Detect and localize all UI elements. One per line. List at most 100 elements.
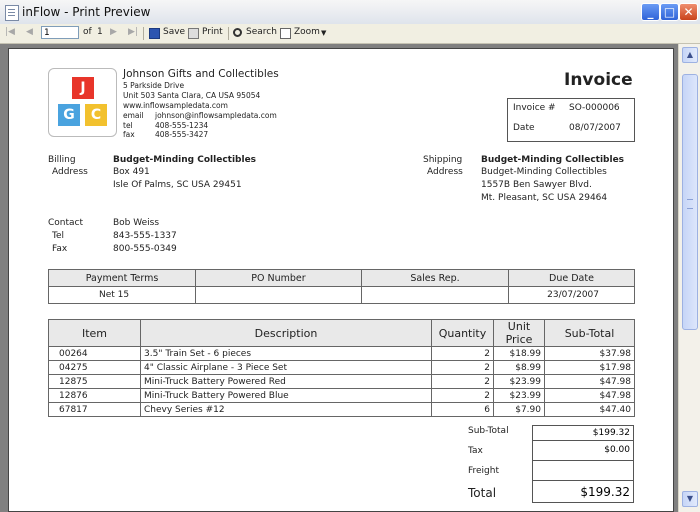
company-fax-label: fax: [123, 130, 135, 139]
grip-icon: [687, 199, 693, 209]
previous-page-icon[interactable]: ◀: [26, 27, 33, 37]
table-row: 04275 4" Classic Airplane - 3 Piece Set …: [48, 360, 635, 375]
item-quantity: 6: [431, 402, 494, 417]
item-quantity: 2: [431, 374, 494, 389]
contact-tel-label: Tel: [52, 231, 65, 241]
document-icon: [5, 5, 19, 21]
invoice-date: 08/07/2007: [569, 123, 621, 133]
contact-label: Contact: [48, 218, 84, 228]
vertical-scrollbar[interactable]: ▲ ▼: [678, 44, 700, 512]
billing-address-label: Address: [52, 167, 88, 177]
close-icon: ✕: [683, 5, 694, 19]
item-description: 3.5" Train Set - 6 pieces: [140, 346, 432, 361]
terms-header-payment-terms: Payment Terms: [48, 269, 196, 287]
minimize-icon: _: [647, 5, 654, 19]
page-count: 1: [97, 27, 103, 37]
logo-letter-j: J: [72, 77, 94, 99]
shipping-line3: Mt. Pleasant, SC USA 29464: [481, 193, 608, 203]
item-quantity: 2: [431, 360, 494, 375]
zoom-icon: [280, 28, 291, 39]
maximize-button[interactable]: □: [660, 3, 679, 21]
logo-letter-g: G: [58, 104, 80, 126]
item-subtotal: $17.98: [544, 360, 635, 375]
item-unit-price: $18.99: [493, 346, 545, 361]
last-page-icon[interactable]: ▶|: [128, 27, 138, 37]
tax-label: Tax: [468, 446, 483, 456]
item-unit-price: $23.99: [493, 374, 545, 389]
of-label: of: [83, 27, 92, 37]
billing-line2: Isle Of Palms, SC USA 29451: [113, 180, 242, 190]
items-header-unit-price: Unit Price: [493, 319, 545, 347]
shipping-name: Budget-Minding Collectibles: [481, 155, 625, 165]
next-page-icon[interactable]: ▶: [110, 27, 117, 37]
minimize-button[interactable]: _: [641, 3, 660, 21]
billing-name: Budget-Minding Collectibles: [113, 155, 257, 165]
contact-name: Bob Weiss: [113, 218, 160, 228]
search-label: Search: [246, 27, 277, 37]
contact-fax: 800-555-0349: [113, 244, 177, 254]
item-code: 12875: [48, 374, 141, 389]
save-icon: [149, 28, 160, 39]
item-description: Mini-Truck Battery Powered Red: [140, 374, 432, 389]
item-quantity: 2: [431, 388, 494, 403]
contact-fax-label: Fax: [52, 244, 68, 254]
scroll-down-button[interactable]: ▼: [682, 491, 698, 507]
item-description: 4" Classic Airplane - 3 Piece Set: [140, 360, 432, 375]
chevron-down-icon: ▼: [686, 494, 694, 503]
toolbar-separator: [228, 27, 229, 40]
save-label: Save: [163, 27, 186, 37]
invoice-date-label: Date: [513, 123, 535, 133]
invoice-page: J G C Johnson Gifts and Collectibles 5 P…: [8, 48, 674, 512]
item-subtotal: $47.98: [544, 388, 635, 403]
item-description: Chevy Series #12: [140, 402, 432, 417]
first-page-icon[interactable]: |◀: [5, 27, 15, 37]
subtotal-value: $199.32: [532, 425, 634, 441]
shipping-label: Shipping: [423, 155, 463, 165]
invoice-title: Invoice: [564, 70, 633, 90]
item-code: 00264: [48, 346, 141, 361]
close-button[interactable]: ✕: [679, 3, 698, 21]
print-label: Print: [202, 27, 223, 37]
terms-due-date: 23/07/2007: [508, 286, 635, 304]
terms-sales-rep: [361, 286, 509, 304]
window-title: inFlow - Print Preview: [22, 5, 151, 19]
scroll-thumb[interactable]: [682, 74, 698, 330]
terms-po-number: [195, 286, 362, 304]
billing-line1: Box 491: [113, 167, 150, 177]
item-code: 12876: [48, 388, 141, 403]
subtotal-label: Sub-Total: [468, 426, 509, 436]
table-row: 12876 Mini-Truck Battery Powered Blue 2 …: [48, 388, 635, 403]
company-fax: 408-555-3427: [155, 130, 209, 139]
billing-label: Billing: [48, 155, 76, 165]
table-row: 00264 3.5" Train Set - 6 pieces 2 $18.99…: [48, 346, 635, 361]
item-subtotal: $47.98: [544, 374, 635, 389]
company-name: Johnson Gifts and Collectibles: [123, 68, 279, 80]
company-website: www.inflowsampledata.com: [123, 101, 228, 110]
zoom-label: Zoom: [294, 27, 320, 37]
toolbar-separator: [143, 27, 144, 40]
company-email-label: email: [123, 111, 144, 120]
terms-header-po-number: PO Number: [195, 269, 362, 287]
shipping-address-label: Address: [427, 167, 463, 177]
items-header-quantity: Quantity: [431, 319, 494, 347]
tax-value: $0.00: [532, 441, 634, 461]
terms-header-sales-rep: Sales Rep.: [361, 269, 509, 287]
invoice-number: SO-000006: [569, 103, 620, 113]
invoice-number-label: Invoice #: [513, 103, 556, 113]
contact-tel: 843-555-1337: [113, 231, 177, 241]
item-unit-price: $23.99: [493, 388, 545, 403]
terms-table: Payment Terms PO Number Sales Rep. Due D…: [48, 269, 635, 304]
chevron-up-icon: ▲: [686, 50, 694, 59]
item-quantity: 2: [431, 346, 494, 361]
items-header-item: Item: [48, 319, 141, 347]
shipping-line1: Budget-Minding Collectibles: [481, 167, 607, 177]
logo-letter-c: C: [85, 104, 107, 126]
company-address2: Unit 503 Santa Clara, CA USA 95054: [123, 91, 261, 100]
preview-area[interactable]: J G C Johnson Gifts and Collectibles 5 P…: [0, 44, 678, 512]
items-table: Item Description Quantity Unit Price Sub…: [48, 319, 635, 417]
maximize-icon: □: [663, 5, 676, 19]
scroll-up-button[interactable]: ▲: [682, 47, 698, 63]
company-address1: 5 Parkside Drive: [123, 81, 185, 90]
page-number-input[interactable]: 1: [41, 26, 79, 39]
search-icon: [233, 28, 242, 37]
